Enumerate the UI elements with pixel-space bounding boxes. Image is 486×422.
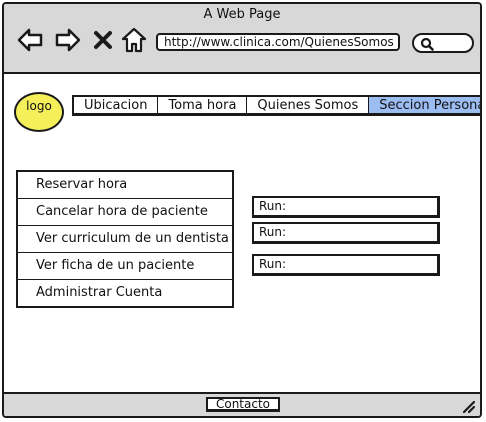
- search-input[interactable]: [412, 33, 474, 53]
- browser-window: A Web Page http://www.clinica.com/Quiene…: [2, 2, 482, 418]
- run-field[interactable]: Run:: [252, 196, 440, 218]
- tab-ubicacion[interactable]: Ubicacion: [74, 97, 159, 113]
- browser-chrome: A Web Page http://www.clinica.com/Quiene…: [4, 4, 480, 74]
- close-x-icon[interactable]: [92, 26, 114, 54]
- back-arrow-icon[interactable]: [16, 26, 44, 54]
- run-field[interactable]: Run:: [252, 222, 440, 244]
- tab-quienes-somos[interactable]: Quienes Somos: [247, 97, 370, 113]
- window-title: A Web Page: [203, 7, 281, 22]
- logo: logo: [14, 92, 64, 132]
- tab-toma-hora[interactable]: Toma hora: [158, 97, 248, 113]
- menu-item-ver-ficha[interactable]: Ver ficha de un paciente: [18, 253, 232, 280]
- personal-menu: Reservar hora Cancelar hora de paciente …: [16, 170, 234, 308]
- nav-tabs: Ubicacion Toma hora Quienes Somos Seccio…: [72, 95, 480, 116]
- tab-seccion-personal[interactable]: Seccion Personal: [369, 97, 480, 113]
- menu-item-administrar-cuenta[interactable]: Administrar Cuenta: [18, 280, 232, 306]
- home-icon[interactable]: [120, 26, 148, 54]
- forward-arrow-icon[interactable]: [54, 26, 82, 54]
- menu-item-cancelar-hora[interactable]: Cancelar hora de paciente: [18, 199, 232, 226]
- footer-bar: Contacto: [4, 392, 480, 416]
- contacto-button[interactable]: Contacto: [206, 397, 280, 412]
- resize-grip-icon[interactable]: [460, 398, 476, 414]
- menu-item-reservar-hora[interactable]: Reservar hora: [18, 172, 232, 199]
- run-field[interactable]: Run:: [252, 254, 440, 276]
- url-input[interactable]: http://www.clinica.com/QuienesSomos: [156, 33, 400, 51]
- search-icon: [420, 37, 434, 51]
- menu-item-ver-curriculum[interactable]: Ver curriculum de un dentista: [18, 226, 232, 253]
